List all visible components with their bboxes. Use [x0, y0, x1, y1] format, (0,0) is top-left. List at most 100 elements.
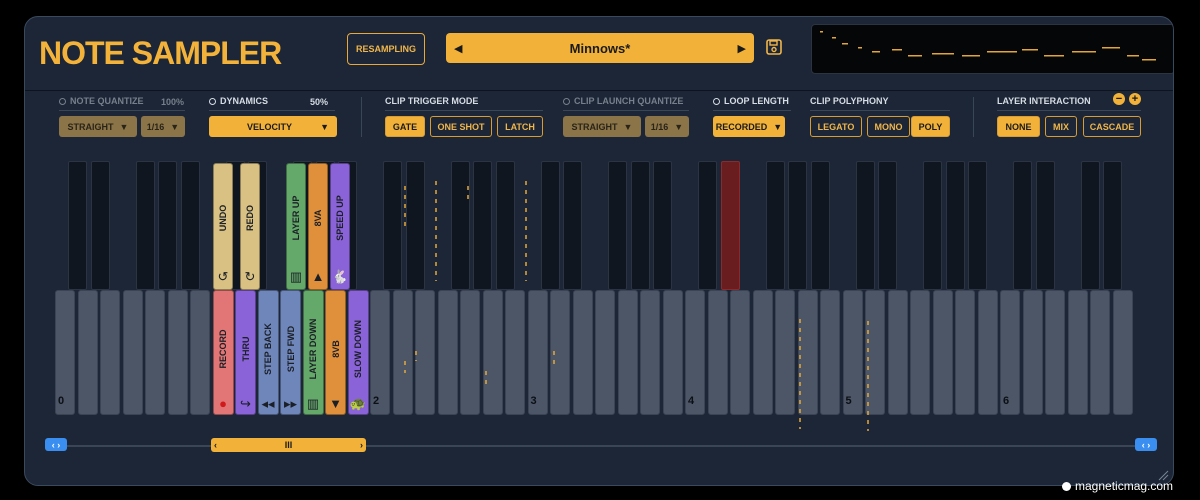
layer-mix-button[interactable]: MIX: [1045, 116, 1077, 137]
white-key[interactable]: [437, 290, 458, 415]
white-key[interactable]: [820, 290, 840, 415]
polyphony-legato-button[interactable]: LEGATO: [810, 116, 862, 137]
white-key[interactable]: [145, 290, 165, 415]
white-key[interactable]: [482, 290, 503, 415]
white-key[interactable]: [617, 290, 638, 415]
white-key[interactable]: [595, 290, 615, 415]
command-undo[interactable]: UNDO ↺: [213, 163, 233, 290]
dynamics-slider[interactable]: [209, 110, 335, 111]
white-key[interactable]: [392, 290, 413, 415]
black-key[interactable]: [1035, 161, 1055, 290]
black-key[interactable]: [698, 161, 717, 290]
command-layer-down[interactable]: LAYER DOWN ▥: [302, 290, 324, 415]
black-key[interactable]: [135, 161, 155, 290]
dynamics-amount[interactable]: 50%: [310, 97, 328, 107]
clip-launch-mode-select[interactable]: STRAIGHT ▼: [563, 116, 641, 137]
white-key[interactable]: [932, 290, 953, 415]
black-key-active[interactable]: [720, 161, 740, 290]
command-slow-down[interactable]: SLOW DOWN 🐢: [347, 290, 369, 415]
black-key[interactable]: [878, 161, 897, 290]
command-8va[interactable]: 8VA ▲: [308, 163, 328, 290]
keyboard-scroll-thumb[interactable]: ‹ III ›: [211, 438, 366, 452]
note-quantize-mode-select[interactable]: STRAIGHT ▼: [59, 116, 137, 137]
command-layer-up[interactable]: LAYER UP ▥: [286, 163, 306, 290]
black-key[interactable]: [608, 161, 627, 290]
white-key[interactable]: [887, 290, 908, 415]
white-key[interactable]: [955, 290, 975, 415]
black-key[interactable]: [1013, 161, 1032, 290]
white-key[interactable]: [977, 290, 998, 415]
white-key[interactable]: [460, 290, 480, 415]
black-key[interactable]: [788, 161, 807, 290]
black-key[interactable]: [630, 161, 650, 290]
trigger-one-shot-button[interactable]: ONE SHOT: [430, 116, 492, 137]
white-key[interactable]: [1090, 290, 1110, 415]
white-key[interactable]: [1045, 290, 1065, 415]
layer-cascade-button[interactable]: CASCADE: [1083, 116, 1141, 137]
white-key[interactable]: [730, 290, 750, 415]
trigger-gate-button[interactable]: GATE: [385, 116, 425, 137]
black-key[interactable]: [653, 161, 672, 290]
black-key[interactable]: [473, 161, 492, 290]
preset-next-icon[interactable]: ▶: [738, 42, 746, 55]
black-key[interactable]: [90, 161, 110, 290]
clip-launch-power-icon[interactable]: [563, 97, 570, 105]
scroll-left-button[interactable]: ‹ ›: [45, 438, 67, 451]
white-key[interactable]: [662, 290, 683, 415]
dynamics-power-icon[interactable]: [209, 97, 216, 105]
white-key[interactable]: [775, 290, 795, 415]
command-speed-up[interactable]: SPEED UP 🐇: [330, 163, 350, 290]
note-quantize-rate-select[interactable]: 1/16 ▼: [141, 116, 185, 137]
black-key[interactable]: [68, 161, 87, 290]
preset-prev-icon[interactable]: ◀: [454, 42, 462, 55]
command-record[interactable]: RECORD ●: [212, 290, 234, 415]
preset-selector[interactable]: ◀ Minnows* ▶: [446, 33, 754, 63]
black-key[interactable]: [810, 161, 830, 290]
loop-length-power-icon[interactable]: [713, 97, 720, 105]
command-redo[interactable]: REDO ↻: [240, 163, 260, 290]
black-key[interactable]: [563, 161, 582, 290]
black-key[interactable]: [1080, 161, 1100, 290]
command-thru[interactable]: THRU ↪: [235, 290, 256, 415]
command-step-fwd[interactable]: STEP FWD ▸▸: [280, 290, 301, 415]
black-key[interactable]: [180, 161, 200, 290]
trigger-latch-button[interactable]: LATCH: [497, 116, 543, 137]
dynamics-mode-select[interactable]: VELOCITY ▼: [209, 116, 337, 137]
black-key[interactable]: [405, 161, 425, 290]
black-key[interactable]: [450, 161, 470, 290]
black-key[interactable]: [945, 161, 965, 290]
white-key[interactable]: [77, 290, 98, 415]
white-key[interactable]: [415, 290, 435, 415]
resampling-button[interactable]: RESAMPLING: [347, 33, 425, 65]
white-key[interactable]: [1067, 290, 1088, 415]
black-key[interactable]: [765, 161, 785, 290]
white-key[interactable]: [1022, 290, 1043, 415]
white-key[interactable]: [572, 290, 593, 415]
black-key[interactable]: [158, 161, 177, 290]
black-key[interactable]: [495, 161, 515, 290]
white-key[interactable]: [100, 290, 120, 415]
command-8vb[interactable]: 8VB ▼: [325, 290, 346, 415]
white-key[interactable]: [122, 290, 143, 415]
black-key[interactable]: [383, 161, 402, 290]
polyphony-mono-button[interactable]: MONO: [867, 116, 910, 137]
white-key[interactable]: [640, 290, 660, 415]
save-icon[interactable]: [766, 39, 782, 55]
black-key[interactable]: [968, 161, 987, 290]
clip-launch-rate-select[interactable]: 1/16 ▼: [645, 116, 689, 137]
black-key[interactable]: [1103, 161, 1122, 290]
note-quantize-slider[interactable]: [59, 110, 185, 111]
layer-none-button[interactable]: NONE: [997, 116, 1040, 137]
layer-add-icon[interactable]: +: [1129, 93, 1141, 105]
white-key[interactable]: [505, 290, 525, 415]
white-key[interactable]: [910, 290, 930, 415]
scroll-right-button[interactable]: ‹ ›: [1135, 438, 1157, 451]
command-step-back[interactable]: STEP BACK ◂◂: [257, 290, 279, 415]
note-quantize-power-icon[interactable]: [59, 97, 66, 105]
white-key[interactable]: [167, 290, 188, 415]
white-key[interactable]: [190, 290, 210, 415]
black-key[interactable]: [855, 161, 875, 290]
black-key[interactable]: [540, 161, 560, 290]
polyphony-poly-button[interactable]: POLY: [911, 116, 950, 137]
white-key[interactable]: [1112, 290, 1133, 415]
